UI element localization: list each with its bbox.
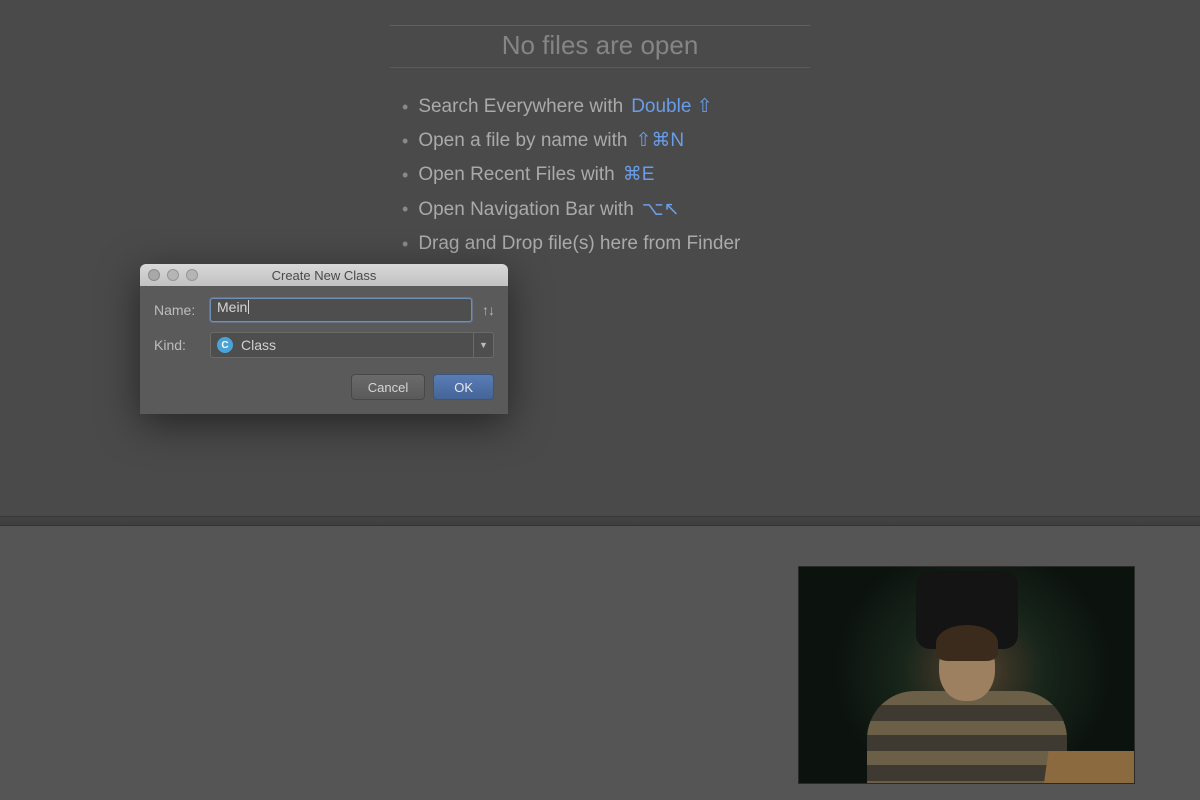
bullet-icon: • bbox=[402, 125, 408, 157]
hint-open-navigation-bar: • Open Navigation Bar with ⌥↖ bbox=[402, 193, 810, 227]
name-label: Name: bbox=[154, 302, 210, 318]
hint-drag-drop: • Drag and Drop file(s) here from Finder bbox=[402, 227, 810, 261]
hints-list: • Search Everywhere with Double ⇧ • Open… bbox=[390, 90, 810, 261]
dialog-buttons: Cancel OK bbox=[154, 374, 494, 400]
webcam-overlay bbox=[798, 566, 1135, 784]
dialog-body: Name: Mein ↑↓ Kind: C Class ▼ Cancel OK bbox=[140, 286, 508, 414]
desk-shape bbox=[1044, 751, 1135, 783]
bullet-icon: • bbox=[402, 228, 408, 260]
dialog-titlebar[interactable]: Create New Class bbox=[140, 264, 508, 286]
empty-editor-state: No files are open • Search Everywhere wi… bbox=[390, 25, 810, 261]
kind-row: Kind: C Class ▼ bbox=[154, 332, 494, 358]
shortcut-label: ⌘E bbox=[623, 158, 655, 192]
kind-select[interactable]: C Class ▼ bbox=[210, 332, 494, 358]
empty-title: No files are open bbox=[390, 25, 810, 68]
person-shape bbox=[862, 613, 1072, 783]
shortcut-label: ⇧⌘N bbox=[635, 124, 684, 158]
bullet-icon: • bbox=[402, 159, 408, 191]
kind-value: Class bbox=[241, 337, 276, 353]
updown-hint-icon[interactable]: ↑↓ bbox=[482, 302, 494, 318]
shortcut-label: ⌥↖ bbox=[642, 193, 680, 227]
panel-divider[interactable] bbox=[0, 516, 1200, 526]
name-input-value: Mein bbox=[217, 299, 247, 315]
hint-search-everywhere: • Search Everywhere with Double ⇧ bbox=[402, 90, 810, 124]
cancel-button[interactable]: Cancel bbox=[351, 374, 425, 400]
name-row: Name: Mein ↑↓ bbox=[154, 298, 494, 322]
chevron-down-icon[interactable]: ▼ bbox=[473, 333, 493, 357]
create-new-class-dialog: Create New Class Name: Mein ↑↓ Kind: C C… bbox=[140, 264, 508, 414]
text-caret-icon bbox=[248, 300, 249, 314]
dialog-title: Create New Class bbox=[140, 268, 508, 283]
shortcut-label: Double ⇧ bbox=[631, 90, 712, 124]
hint-open-recent-files: • Open Recent Files with ⌘E bbox=[402, 158, 810, 192]
bullet-icon: • bbox=[402, 193, 408, 225]
kind-label: Kind: bbox=[154, 337, 210, 353]
class-icon: C bbox=[217, 337, 233, 353]
hint-open-file-by-name: • Open a file by name with ⇧⌘N bbox=[402, 124, 810, 158]
ok-button[interactable]: OK bbox=[433, 374, 494, 400]
name-input[interactable]: Mein bbox=[210, 298, 472, 322]
bullet-icon: • bbox=[402, 91, 408, 123]
